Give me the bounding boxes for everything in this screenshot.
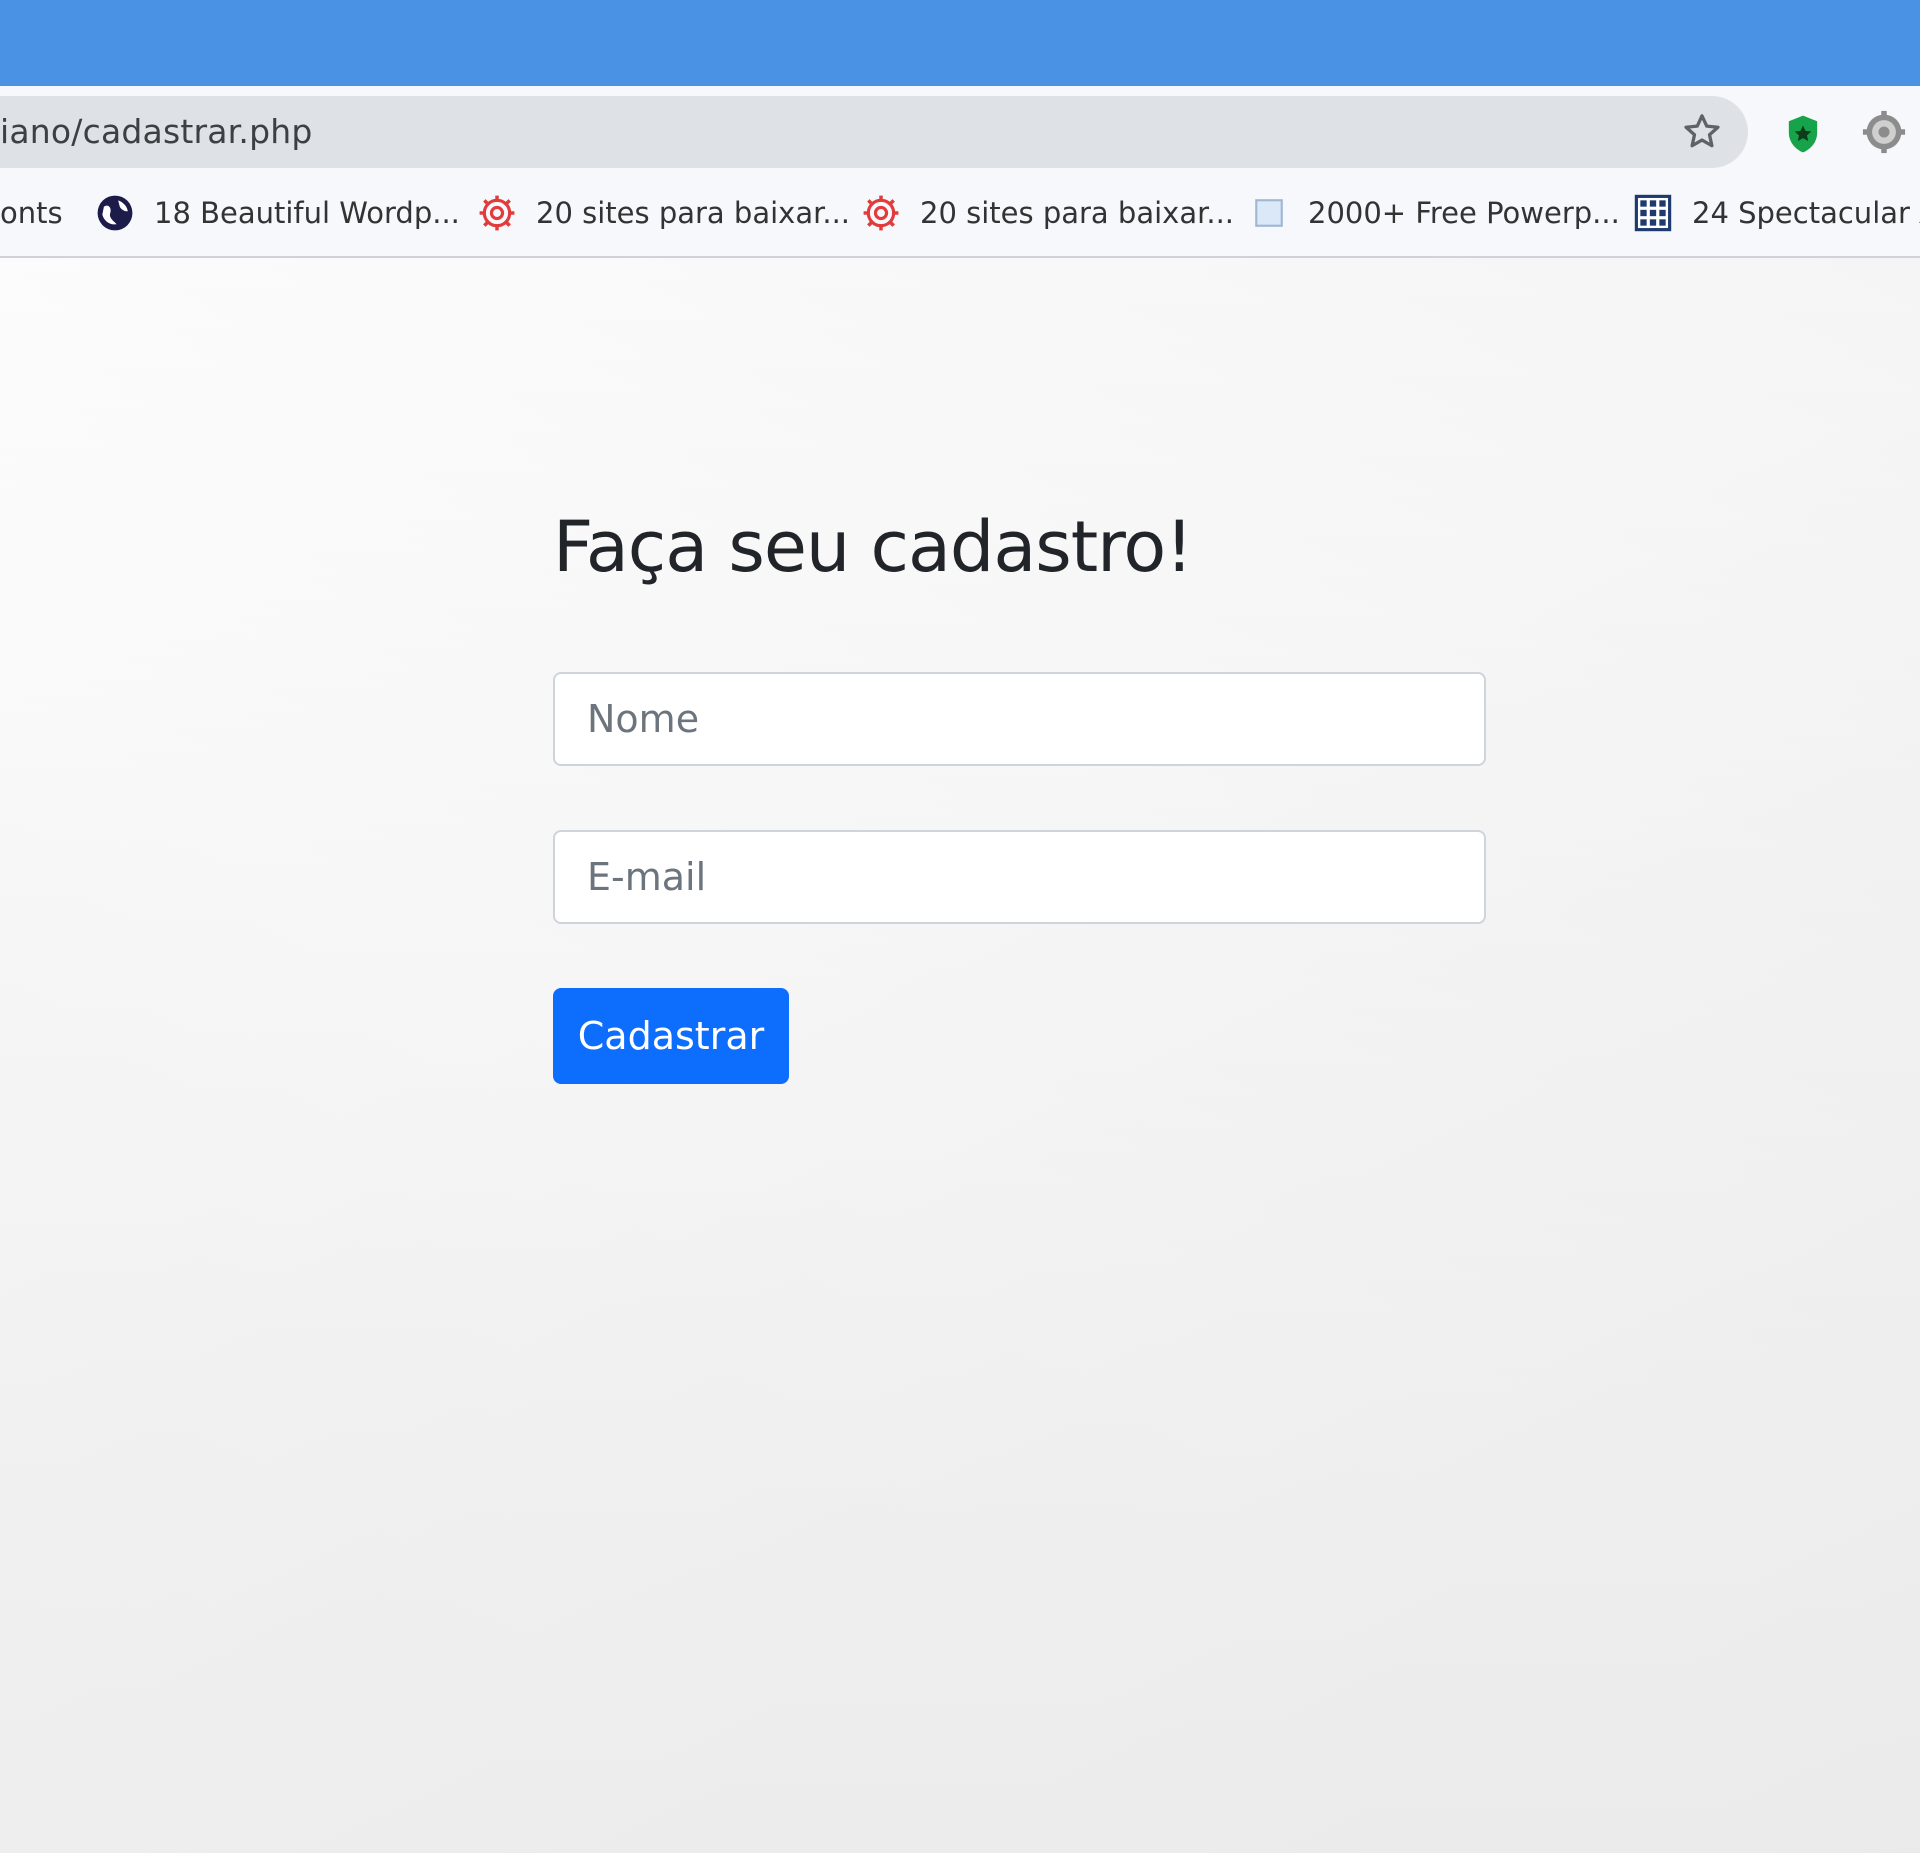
bookmark-label: onts xyxy=(0,196,63,230)
bookmark-item[interactable]: 18 Beautiful Wordp... xyxy=(96,170,460,256)
browser-toolbar: iano/cadastrar.php xyxy=(0,86,1920,170)
bookmark-item[interactable]: 2000+ Free Powerp... xyxy=(1250,170,1620,256)
bookmark-label: 20 sites para baixar... xyxy=(536,196,851,230)
address-bar[interactable]: iano/cadastrar.php xyxy=(0,96,1748,168)
bookmark-star-icon[interactable] xyxy=(1680,110,1724,154)
name-input[interactable] xyxy=(553,672,1486,766)
red-gear-icon xyxy=(478,194,516,232)
page-title: Faça seu cadastro! xyxy=(553,506,1193,588)
globe-icon xyxy=(96,194,134,232)
shield-extension-icon[interactable] xyxy=(1786,114,1820,154)
bookmark-item[interactable]: 24 Spectacular A xyxy=(1634,170,1920,256)
bookmark-label: 20 sites para baixar... xyxy=(920,196,1235,230)
bookmark-label: 2000+ Free Powerp... xyxy=(1308,196,1620,230)
bookmark-item[interactable]: 20 sites para baixar... xyxy=(478,170,850,256)
bookmark-item[interactable]: 20 sites para baixar... xyxy=(862,170,1234,256)
bookmark-label: 24 Spectacular A xyxy=(1692,196,1920,230)
browser-title-bar xyxy=(0,0,1920,86)
red-gear-icon xyxy=(862,194,900,232)
page-icon xyxy=(1250,194,1288,232)
bookmark-label: 18 Beautiful Wordp... xyxy=(154,196,460,230)
bookmarks-bar: onts 18 Beautiful Wordp... 20 sites para… xyxy=(0,170,1920,258)
page-content: Faça seu cadastro! Cadastrar xyxy=(0,258,1920,1853)
grid-icon xyxy=(1634,194,1672,232)
submit-button[interactable]: Cadastrar xyxy=(553,988,789,1084)
url-text[interactable]: iano/cadastrar.php xyxy=(0,96,313,168)
email-input[interactable] xyxy=(553,830,1486,924)
settings-extension-icon[interactable] xyxy=(1862,110,1906,154)
bookmark-item[interactable]: onts xyxy=(0,170,63,256)
